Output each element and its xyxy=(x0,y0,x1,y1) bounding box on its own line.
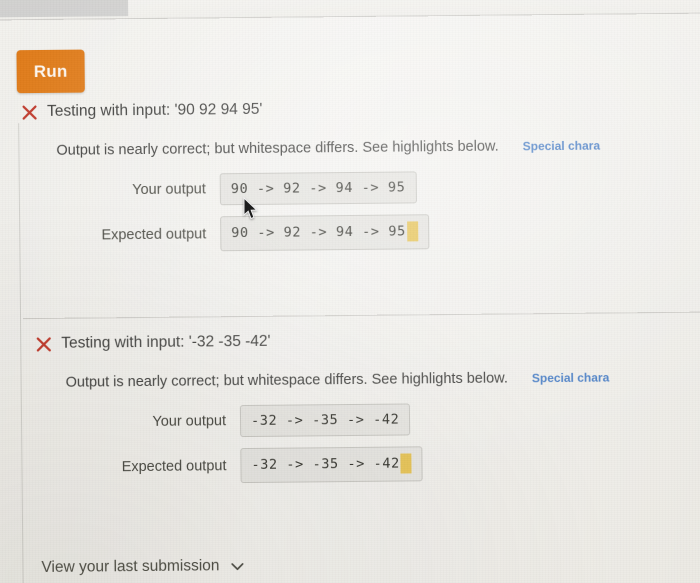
test-message-row: Output is nearly correct; but whitespace… xyxy=(4,369,700,392)
your-output-box: -32 -> -35 -> -42 xyxy=(239,403,411,438)
expected-output-row: Expected output 90 -> 92 -> 94 -> 95 xyxy=(2,212,700,254)
expected-output-box: -32 -> -35 -> -42 xyxy=(240,446,423,484)
photographed-screen: Run Testing with input: '90 92 94 95' Ou… xyxy=(0,0,700,583)
section-divider xyxy=(23,311,700,320)
your-output-value: 90 -> 92 -> 94 -> 95 xyxy=(230,178,406,197)
photo-grain xyxy=(0,0,700,583)
run-button[interactable]: Run xyxy=(16,49,85,94)
photo-vignette xyxy=(0,0,700,583)
chevron-down-icon[interactable] xyxy=(230,562,244,571)
test-title: Testing with input: '-32 -35 -42' xyxy=(61,332,271,352)
expected-output-value: -32 -> -35 -> -42 xyxy=(251,455,400,473)
test-title: Testing with input: '90 92 94 95' xyxy=(46,100,263,120)
test-result-block: Testing with input: '90 92 94 95' Output… xyxy=(1,97,700,265)
x-icon xyxy=(36,336,51,352)
your-output-row: Your output 90 -> 92 -> 94 -> 95 xyxy=(2,169,700,208)
your-output-value: -32 -> -35 -> -42 xyxy=(250,411,400,429)
expected-output-row: Expected output -32 -> -35 -> -42 xyxy=(4,444,700,486)
expected-output-label: Expected output xyxy=(101,225,207,243)
test-message: Output is nearly correct; but whitespace… xyxy=(56,138,499,159)
test-header: Testing with input: '-32 -35 -42' xyxy=(3,329,700,354)
your-output-row: Your output -32 -> -35 -> -42 xyxy=(4,401,700,440)
io-comparison: Your output 90 -> 92 -> 94 -> 95 Expecte… xyxy=(2,169,700,254)
special-characters-link[interactable]: Special chara xyxy=(532,371,610,386)
whitespace-highlight-marker xyxy=(400,453,412,474)
expected-output-value: 90 -> 92 -> 94 -> 95 xyxy=(231,223,406,242)
view-last-submission-label: View your last submission xyxy=(41,557,220,576)
view-last-submission-toggle[interactable]: View your last submission xyxy=(41,557,244,577)
top-left-grey-block xyxy=(0,0,129,18)
your-output-label: Your output xyxy=(132,181,206,199)
expected-output-box: 90 -> 92 -> 94 -> 95 xyxy=(220,214,429,252)
test-message: Output is nearly correct; but whitespace… xyxy=(65,370,508,391)
your-output-box: 90 -> 92 -> 94 -> 95 xyxy=(219,171,417,206)
expected-output-label: Expected output xyxy=(121,457,227,475)
your-output-label: Your output xyxy=(152,413,227,430)
io-comparison: Your output -32 -> -35 -> -42 Expected o… xyxy=(4,401,700,486)
test-result-block: Testing with input: '-32 -35 -42' Output… xyxy=(3,329,700,497)
special-characters-link[interactable]: Special chara xyxy=(523,139,601,154)
x-icon xyxy=(22,104,37,120)
test-header: Testing with input: '90 92 94 95' xyxy=(1,97,700,122)
whitespace-highlight-marker xyxy=(406,221,418,242)
test-message-row: Output is nearly correct; but whitespace… xyxy=(1,137,700,160)
